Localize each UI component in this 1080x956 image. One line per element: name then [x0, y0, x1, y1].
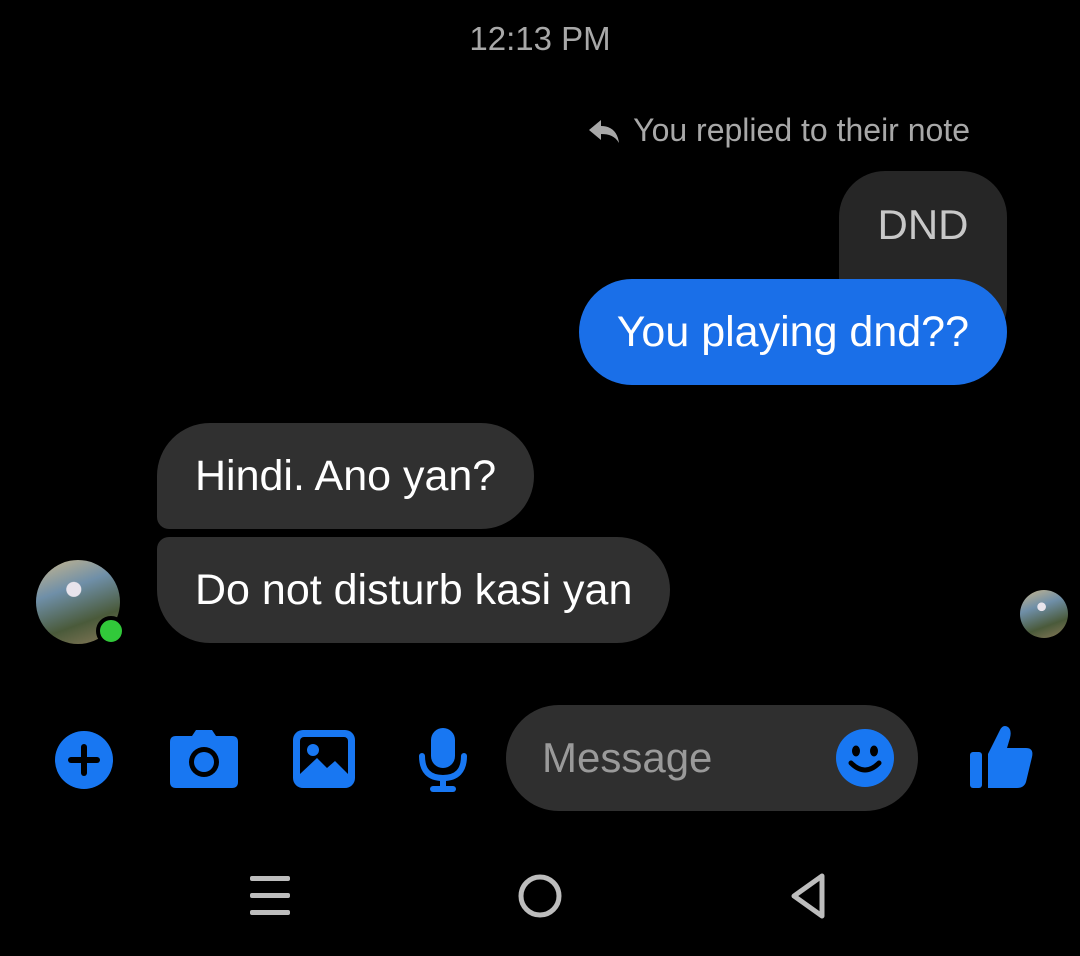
message-input-container[interactable] [506, 705, 918, 811]
camera-icon[interactable] [170, 730, 238, 788]
quoted-note-text: DND [877, 201, 969, 248]
recent-apps-icon[interactable] [248, 872, 292, 920]
received-message-text: Do not disturb kasi yan [195, 565, 633, 614]
reply-note-label: You replied to their note [633, 112, 970, 148]
plus-icon[interactable] [53, 729, 115, 791]
message-timestamp: 12:13 PM [469, 20, 611, 57]
home-icon[interactable] [517, 873, 563, 919]
sent-message-bubble[interactable]: You playing dnd?? [578, 279, 1007, 385]
contact-avatar[interactable] [36, 560, 126, 646]
emoji-icon[interactable] [836, 729, 894, 792]
message-input[interactable] [542, 705, 832, 811]
sent-message-text: You playing dnd?? [616, 307, 969, 356]
seen-receipt-avatar [1020, 590, 1068, 638]
received-message-bubble[interactable]: Hindi. Ano yan? [157, 423, 535, 529]
microphone-icon[interactable] [418, 728, 468, 792]
back-icon[interactable] [788, 872, 828, 920]
reply-note-indicator: You replied to their note [587, 112, 970, 149]
online-status-indicator [96, 616, 126, 646]
received-message-bubble[interactable]: Do not disturb kasi yan [157, 537, 671, 643]
reply-arrow-icon [587, 116, 621, 146]
received-message-text: Hindi. Ano yan? [195, 451, 497, 500]
gallery-icon[interactable] [293, 730, 355, 788]
thumbs-up-icon[interactable] [970, 724, 1034, 790]
